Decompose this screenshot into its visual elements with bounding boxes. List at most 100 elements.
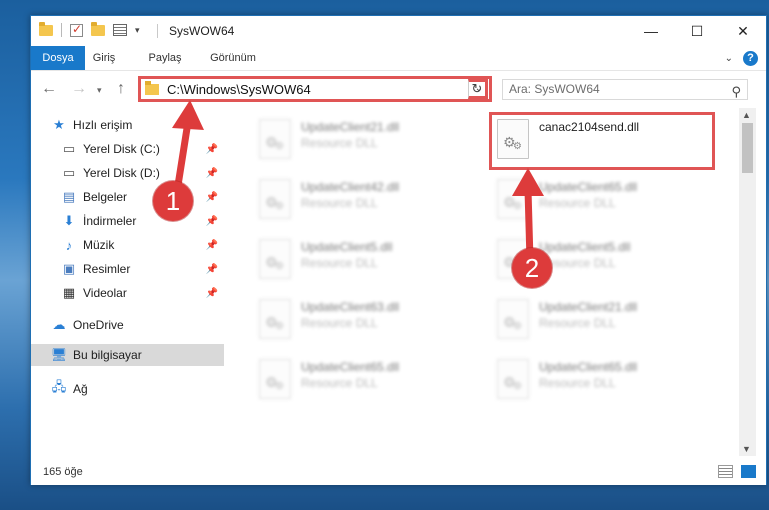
nav-quick-access[interactable]: ★ Hızlı erişim xyxy=(31,114,224,136)
documents-icon: ▤ xyxy=(62,189,76,204)
tab-view[interactable]: Görünüm xyxy=(205,46,261,70)
search-input[interactable]: Ara: SysWOW64 ⚲ xyxy=(502,79,748,100)
minimize-button[interactable]: — xyxy=(628,16,674,46)
customize-toolbar-chevron-icon[interactable]: ▾ xyxy=(135,25,140,36)
file-highlight-frame xyxy=(489,112,715,170)
computer-icon: 🖥 xyxy=(50,347,68,362)
file-item[interactable]: ⚙ ⚙ UpdateClient65.dll Resource DLL xyxy=(485,354,715,406)
forward-arrow-icon[interactable]: → xyxy=(71,80,87,98)
refresh-button[interactable]: ↻ xyxy=(468,79,488,99)
pin-icon[interactable]: 📌 xyxy=(206,216,218,227)
dll-file-icon: ⚙⚙ xyxy=(497,179,529,219)
network-icon: 🖧 xyxy=(51,379,67,394)
file-name: UpdateClient21.dll xyxy=(301,120,400,134)
file-name: UpdateClient63.dll xyxy=(301,300,400,314)
drive-icon: ▭ xyxy=(62,165,76,180)
pin-icon[interactable]: 📌 xyxy=(206,144,218,155)
nav-this-pc[interactable]: 🖥 Bu bilgisayar xyxy=(31,344,224,366)
pin-icon[interactable]: 📌 xyxy=(206,264,218,275)
recent-locations-chevron-icon[interactable]: ▾ xyxy=(97,85,102,96)
dll-file-icon: ⚙⚙ xyxy=(259,119,291,159)
scroll-up-icon[interactable]: ▲ xyxy=(742,110,751,120)
pictures-icon: ▣ xyxy=(62,261,76,276)
nav-item-videos[interactable]: ▦ Videolar 📌 xyxy=(31,282,224,304)
view-switcher xyxy=(718,465,756,478)
file-type: Resource DLL xyxy=(301,376,378,390)
back-arrow-icon[interactable]: ← xyxy=(41,80,57,98)
dll-file-icon: ⚙⚙ xyxy=(259,239,291,279)
details-view-icon[interactable] xyxy=(718,465,733,478)
dll-file-icon: ⚙⚙ xyxy=(259,179,291,219)
new-folder-icon[interactable] xyxy=(91,21,105,36)
nav-onedrive[interactable]: ☁ OneDrive xyxy=(31,314,224,336)
scroll-thumb[interactable] xyxy=(742,123,753,173)
file-name: UpdateClient65.dll xyxy=(539,360,638,374)
up-arrow-icon[interactable]: ↑ xyxy=(117,80,125,98)
close-button[interactable]: ✕ xyxy=(720,16,766,46)
pin-icon[interactable]: 📌 xyxy=(206,288,218,299)
window-title: SysWOW64 xyxy=(169,24,235,38)
nav-item-downloads[interactable]: ⬇ İndirmeler 📌 xyxy=(31,210,224,232)
file-item[interactable]: ⚙ ⚙ UpdateClient63.dll Resource DLL xyxy=(247,294,477,346)
file-type: Resource DLL xyxy=(539,376,616,390)
scroll-down-icon[interactable]: ▼ xyxy=(742,444,751,454)
address-row: ← → ▾ ↑ C:\Windows\SysWOW64 ⌄ ↻ Ara: Sys… xyxy=(31,70,766,106)
nav-label: Bu bilgisayar xyxy=(73,348,142,362)
address-bar[interactable]: C:\Windows\SysWOW64 ⌄ xyxy=(138,76,492,102)
star-icon: ★ xyxy=(53,117,65,132)
folder-icon xyxy=(39,21,53,36)
file-item[interactable]: ⚙ ⚙ UpdateClient42.dll Resource DLL xyxy=(247,174,477,226)
file-type: Resource DLL xyxy=(539,316,616,330)
folder-icon xyxy=(145,80,159,95)
vertical-scrollbar[interactable]: ▲ ▼ xyxy=(739,108,756,456)
tab-share[interactable]: Paylaş xyxy=(145,46,185,70)
nav-network[interactable]: 🖧 Ağ xyxy=(31,378,224,400)
address-path[interactable]: C:\Windows\SysWOW64 xyxy=(167,82,311,97)
properties-check-icon[interactable] xyxy=(70,22,83,37)
maximize-button[interactable]: ☐ xyxy=(674,16,720,46)
nav-item-music[interactable]: ♪ Müzik 📌 xyxy=(31,234,224,256)
tab-home[interactable]: Giriş xyxy=(87,46,121,70)
callout-badge-2: 2 xyxy=(512,248,552,288)
file-type: Resource DLL xyxy=(301,256,378,270)
nav-label: İndirmeler xyxy=(83,214,137,228)
file-name: UpdateClient65.dll xyxy=(539,180,638,194)
file-name: UpdateClient65.dll xyxy=(301,360,400,374)
pin-icon[interactable]: 📌 xyxy=(206,168,218,179)
file-name: UpdateClient5.dll xyxy=(301,240,393,254)
nav-item-documents[interactable]: ▤ Belgeler 📌 xyxy=(31,186,224,208)
nav-item-local-disk-c[interactable]: ▭ Yerel Disk (C:) 📌 xyxy=(31,138,224,160)
status-bar: 165 öğe xyxy=(31,461,766,485)
pin-icon[interactable]: 📌 xyxy=(206,240,218,251)
nav-label: Yerel Disk (D:) xyxy=(83,166,160,180)
search-placeholder: Ara: SysWOW64 xyxy=(509,82,600,96)
nav-item-pictures[interactable]: ▣ Resimler 📌 xyxy=(31,258,224,280)
nav-label: Müzik xyxy=(83,238,115,252)
file-item[interactable]: ⚙ ⚙ UpdateClient21.dll Resource DLL xyxy=(247,114,477,166)
expand-ribbon-chevron-icon[interactable]: ⌄ xyxy=(725,53,733,64)
properties-icon[interactable] xyxy=(113,24,127,36)
drive-icon: ▭ xyxy=(62,141,76,156)
nav-label: Resimler xyxy=(83,262,131,276)
dll-file-icon: ⚙⚙ xyxy=(497,359,529,399)
file-type: Resource DLL xyxy=(301,196,378,210)
file-item[interactable]: ⚙ ⚙ UpdateClient65.dll Resource DLL xyxy=(485,174,715,226)
nav-item-local-disk-d[interactable]: ▭ Yerel Disk (D:) 📌 xyxy=(31,162,224,184)
pin-icon[interactable]: 📌 xyxy=(206,192,218,203)
file-item[interactable]: ⚙ ⚙ UpdateClient65.dll Resource DLL xyxy=(247,354,477,406)
item-count: 165 öğe xyxy=(43,466,83,478)
callout-badge-1: 1 xyxy=(153,181,193,221)
file-item[interactable]: ⚙ ⚙ UpdateClient21.dll Resource DLL xyxy=(485,294,715,346)
dll-file-icon: ⚙⚙ xyxy=(497,299,529,339)
search-icon: ⚲ xyxy=(731,84,741,99)
file-item[interactable]: ⚙⚙ UpdateClient5.dll Resource DLL xyxy=(247,234,477,286)
file-name: UpdateClient21.dll xyxy=(539,300,638,314)
nav-label: Ağ xyxy=(73,382,88,396)
nav-label: Videolar xyxy=(83,286,127,300)
navigation-pane: ★ Hızlı erişim ▭ Yerel Disk (C:) 📌 ▭ Yer… xyxy=(31,108,224,456)
videos-icon: ▦ xyxy=(62,285,76,300)
help-icon[interactable]: ? xyxy=(743,51,758,66)
large-icons-view-icon[interactable] xyxy=(741,465,756,478)
separator xyxy=(61,23,62,37)
nav-label: OneDrive xyxy=(73,318,124,332)
